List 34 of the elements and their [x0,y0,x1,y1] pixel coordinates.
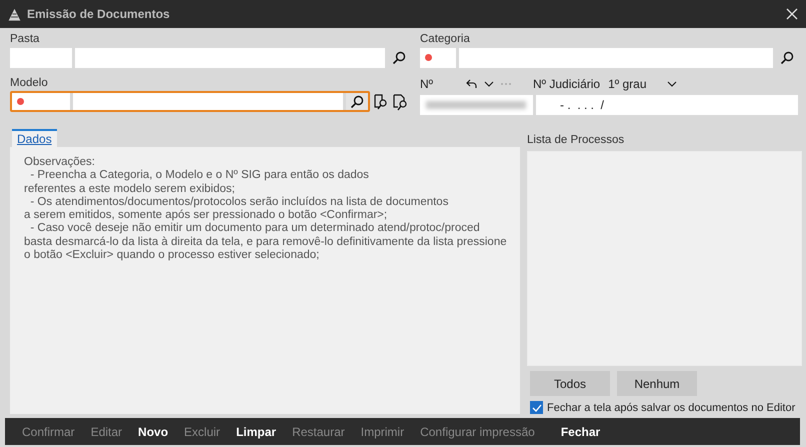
field-label: Modelo [10,76,49,91]
checkbox[interactable] [530,401,543,414]
chevron-down-icon[interactable] [484,80,494,86]
close-icon[interactable] [786,8,798,20]
search-document-icon[interactable] [373,92,389,110]
field-label: Pasta [10,32,40,47]
number-field[interactable] [420,94,533,114]
instance-label: 1º grau [608,76,646,90]
window-title: Emissão de Documentos [27,7,171,21]
logo-icon [8,8,21,20]
field-label: Categoria [420,32,471,47]
search-icon[interactable] [780,50,794,64]
description-field[interactable] [459,48,773,68]
model-field[interactable] [10,91,370,112]
search-icon[interactable] [350,94,364,108]
required-dot [425,54,432,61]
list-button[interactable]: Nenhum [617,371,697,396]
notes-text: Observações: - Preencha a Categoria, o Modelo e o Nº SIG para então os dados referentes a este modelo serem exibidos; - Os atendimentos/documentos/protocolos serão incluídos na lista de documentos a serem emitidos, somente após ser pressionado o botão <Confirmar>; - Caso você deseje não emitir um documento para um determinado atend/protoc/proced basta desmarcá-lo da lista à direita da tela, e para removê-lo definitivamente da lista pressione o botão <Excluir> quando o processo estiver selecionado; [24,156,506,262]
undo-icon[interactable] [466,78,478,88]
checkbox-label[interactable]: Fechar a tela após salvar os documentos no Editor [547,402,796,414]
field-label: Nº [420,76,434,90]
list-label: Lista de Processos [527,133,626,148]
description-field[interactable] [75,48,385,68]
code-field[interactable] [10,48,72,68]
toolbar-button[interactable]: Fechar [552,424,608,438]
code-field[interactable] [420,48,456,68]
tab[interactable]: Dados [12,129,57,147]
toolbar-button[interactable]: Novo [130,424,176,438]
chevron-down-icon[interactable] [666,80,676,86]
judicial-number-field[interactable]: - . . . . / [536,94,798,114]
field-label: Nº Judiciário [533,76,600,90]
search-icon[interactable] [392,50,406,64]
list-button[interactable]: Todos [530,371,610,396]
toolbar-button[interactable]: Limpar [228,424,284,438]
